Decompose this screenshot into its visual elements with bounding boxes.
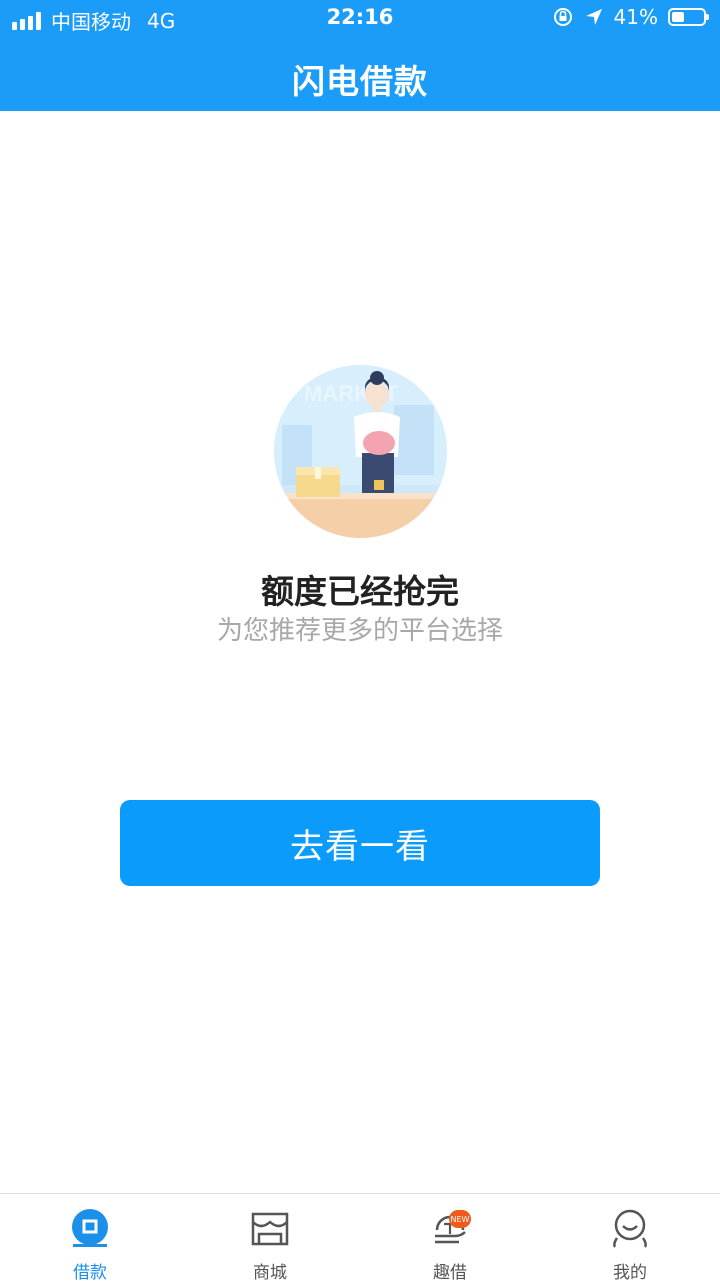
tab-loan[interactable]: 借款: [0, 1194, 180, 1283]
profile-icon: [613, 1209, 647, 1248]
store-icon: [251, 1212, 289, 1246]
battery-percent: 41%: [613, 5, 658, 29]
tab-profile[interactable]: 我的: [540, 1194, 720, 1283]
tab-loan-label: 借款: [73, 1263, 107, 1283]
app-header: 中国移动 4G 22:16 41% 闪电借款: [0, 0, 720, 111]
battery-icon: [668, 8, 709, 26]
bottom-tab-bar: 借款 商城 趣借 我的: [0, 1193, 720, 1283]
tab-store[interactable]: 商城: [180, 1194, 360, 1283]
loan-icon: [72, 1209, 108, 1247]
location-arrow-icon: [585, 9, 602, 25]
tab-fun-loan[interactable]: 趣借: [360, 1194, 540, 1283]
status-right: 41%: [552, 5, 709, 29]
status-bar: 中国移动 4G 22:16 41%: [0, 0, 720, 38]
new-badge: NEW: [449, 1210, 471, 1228]
tab-fun-loan-label: 趣借: [433, 1263, 467, 1283]
market-illustration: MARKET: [274, 365, 447, 538]
rotation-lock-icon: [553, 8, 572, 26]
page-title: 闪电借款: [292, 62, 428, 101]
go-see-button[interactable]: 去看一看: [120, 800, 600, 886]
tab-store-label: 商城: [253, 1263, 287, 1283]
quota-exhausted-message: 额度已经抢完: [261, 572, 459, 611]
tab-profile-label: 我的: [613, 1263, 647, 1283]
battery-fill: [672, 12, 684, 22]
recommendation-subtext: 为您推荐更多的平台选择: [216, 616, 503, 646]
